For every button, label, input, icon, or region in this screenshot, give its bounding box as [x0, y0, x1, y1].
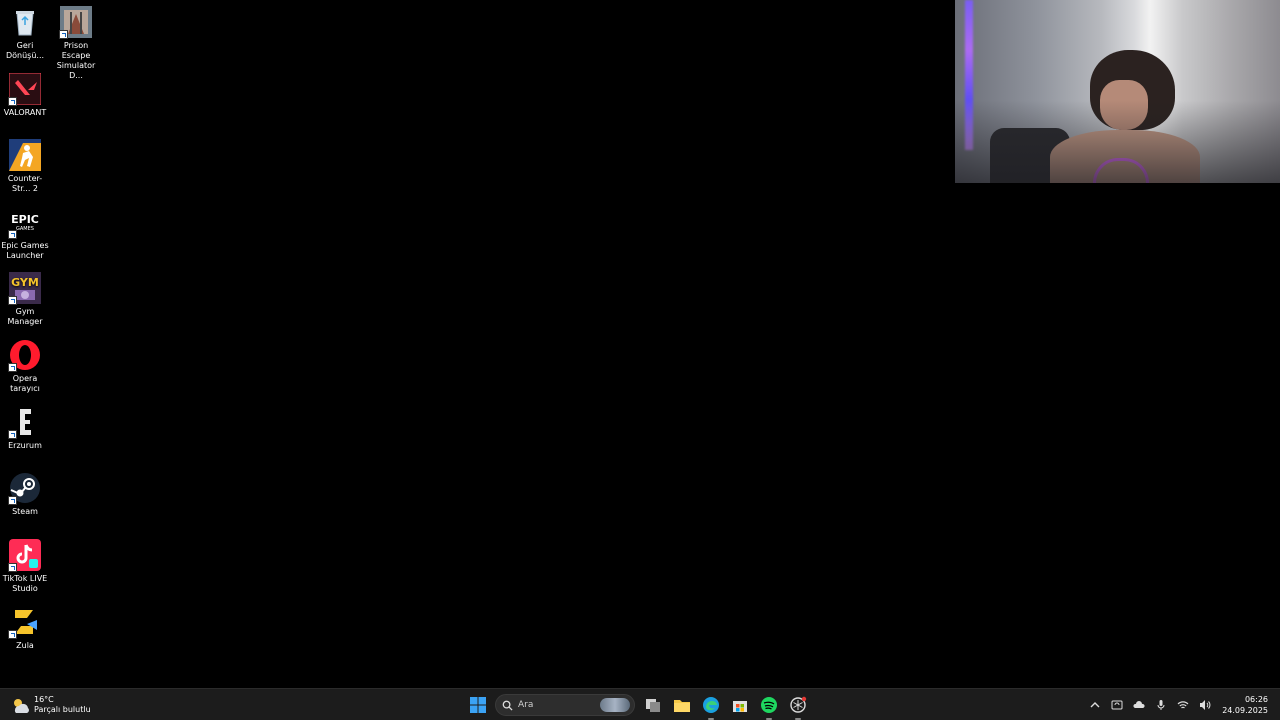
taskbar: 16°C Parçalı bulutlu Ara 06:26 24.09.202…: [0, 688, 1280, 720]
shortcut-arrow-icon: [8, 296, 17, 305]
store-icon: [733, 701, 747, 712]
shortcut-arrow-icon: [8, 97, 17, 106]
show-hidden-icons-button[interactable]: [1086, 696, 1104, 714]
shortcut-arrow-icon: [8, 563, 17, 572]
desktop-icon-label: Counter-Str... 2: [7, 174, 43, 193]
desktop-icon-epic-games[interactable]: EPIC GAMES Epic Games Launcher: [0, 206, 51, 261]
desktop-icon-label: Geri Dönüşü...: [5, 41, 45, 60]
shortcut-arrow-icon: [59, 30, 68, 39]
search-icon: [502, 700, 513, 711]
desktop-icon-prison-escape[interactable]: Prison Escape Simulator D...: [50, 6, 102, 81]
valorant-icon: [8, 73, 41, 106]
chatgpt-button[interactable]: [786, 693, 810, 720]
task-view-icon: [646, 699, 660, 712]
svg-text:EPIC: EPIC: [11, 213, 39, 226]
svg-text:GYM: GYM: [11, 276, 39, 289]
recycle-bin-icon: [9, 6, 41, 38]
shortcut-arrow-icon: [8, 230, 17, 239]
epic-games-icon: EPIC GAMES: [8, 206, 41, 239]
shortcut-arrow-icon: [8, 630, 17, 639]
chevron-up-icon: [1090, 702, 1100, 708]
taskbar-center: [466, 693, 815, 720]
shortcut-arrow-icon: [8, 496, 17, 505]
desktop-icon-steam[interactable]: Steam: [0, 472, 51, 517]
desktop-icon-label: Prison Escape Simulator D...: [56, 41, 96, 80]
chatgpt-icon: [790, 696, 807, 713]
volume-button[interactable]: [1196, 696, 1214, 714]
sync-button[interactable]: [1108, 696, 1126, 714]
desktop-icon-label: Opera tarayıcı: [10, 374, 40, 393]
search-highlight-image: [600, 698, 630, 712]
svg-text:GAMES: GAMES: [16, 226, 34, 232]
shortcut-arrow-icon: [8, 430, 17, 439]
spotify-icon: [761, 697, 777, 713]
desktop-icon-label: Steam: [12, 507, 38, 516]
sync-icon: [1111, 700, 1123, 710]
desktop-icon-erzurum[interactable]: Erzurum: [0, 406, 51, 451]
edge-icon: [703, 697, 719, 713]
tiktok-live-icon: [8, 539, 41, 572]
wifi-icon: [1177, 701, 1189, 709]
partly-cloudy-icon: [10, 695, 30, 715]
volume-icon: [1200, 700, 1211, 710]
edge-button[interactable]: [699, 693, 723, 720]
clock-time: 06:26: [1244, 695, 1268, 704]
onedrive-icon: [1133, 701, 1145, 708]
desktop-icon-label: Zula: [16, 641, 34, 650]
counter-strike-icon: [9, 139, 41, 171]
system-tray: 06:26 24.09.2025: [1086, 693, 1280, 717]
prison-escape-icon: [59, 6, 92, 39]
search-input[interactable]: [513, 700, 598, 710]
desktop-icon-label: Erzurum: [8, 441, 42, 450]
weather-temp: 16°C: [34, 695, 54, 704]
task-view-button[interactable]: [641, 693, 665, 717]
desktop-icon-label: TikTok LIVE Studio: [2, 574, 48, 593]
webcam-overlay: [955, 0, 1280, 183]
opera-icon: [8, 339, 41, 372]
file-explorer-icon: [674, 700, 690, 712]
steam-icon: [8, 472, 41, 505]
store-button[interactable]: [728, 693, 752, 717]
onedrive-button[interactable]: [1130, 696, 1148, 714]
start-button[interactable]: [466, 693, 490, 717]
clock-date: 24.09.2025: [1222, 706, 1268, 715]
clock[interactable]: 06:26 24.09.2025: [1222, 694, 1268, 716]
desktop-icon-valorant[interactable]: VALORANT: [0, 73, 51, 118]
wifi-button[interactable]: [1174, 696, 1192, 714]
desktop-icon-counter-strike[interactable]: Counter-Str... 2: [0, 139, 51, 194]
microphone-button[interactable]: [1152, 696, 1170, 714]
desktop-icon-opera[interactable]: Opera tarayıcı: [0, 339, 51, 394]
desktop-icon-tiktok-live[interactable]: TikTok LIVE Studio: [0, 539, 51, 594]
file-explorer-button[interactable]: [670, 693, 694, 717]
desktop-icon-gym-manager[interactable]: GYM Gym Manager: [0, 272, 51, 327]
zula-icon: [8, 606, 41, 639]
taskbar-search[interactable]: [495, 694, 635, 716]
shortcut-arrow-icon: [8, 363, 17, 372]
weather-widget[interactable]: 16°C Parçalı bulutlu: [10, 693, 91, 717]
webcam-shadow: [955, 0, 1280, 183]
desktop-icon-label: Gym Manager: [7, 307, 43, 326]
erzurum-icon: [8, 406, 41, 439]
desktop-icon-recycle-bin[interactable]: Geri Dönüşü...: [0, 6, 51, 61]
start-icon: [470, 697, 486, 713]
desktop-icon-zula[interactable]: Zula: [0, 606, 51, 651]
microphone-icon: [1157, 700, 1165, 710]
weather-condition: Parçalı bulutlu: [34, 705, 91, 714]
desktop-icon-label: VALORANT: [3, 108, 47, 117]
spotify-button[interactable]: [757, 693, 781, 720]
gym-manager-icon: GYM: [8, 272, 41, 305]
desktop-icon-label: Epic Games Launcher: [1, 241, 49, 260]
